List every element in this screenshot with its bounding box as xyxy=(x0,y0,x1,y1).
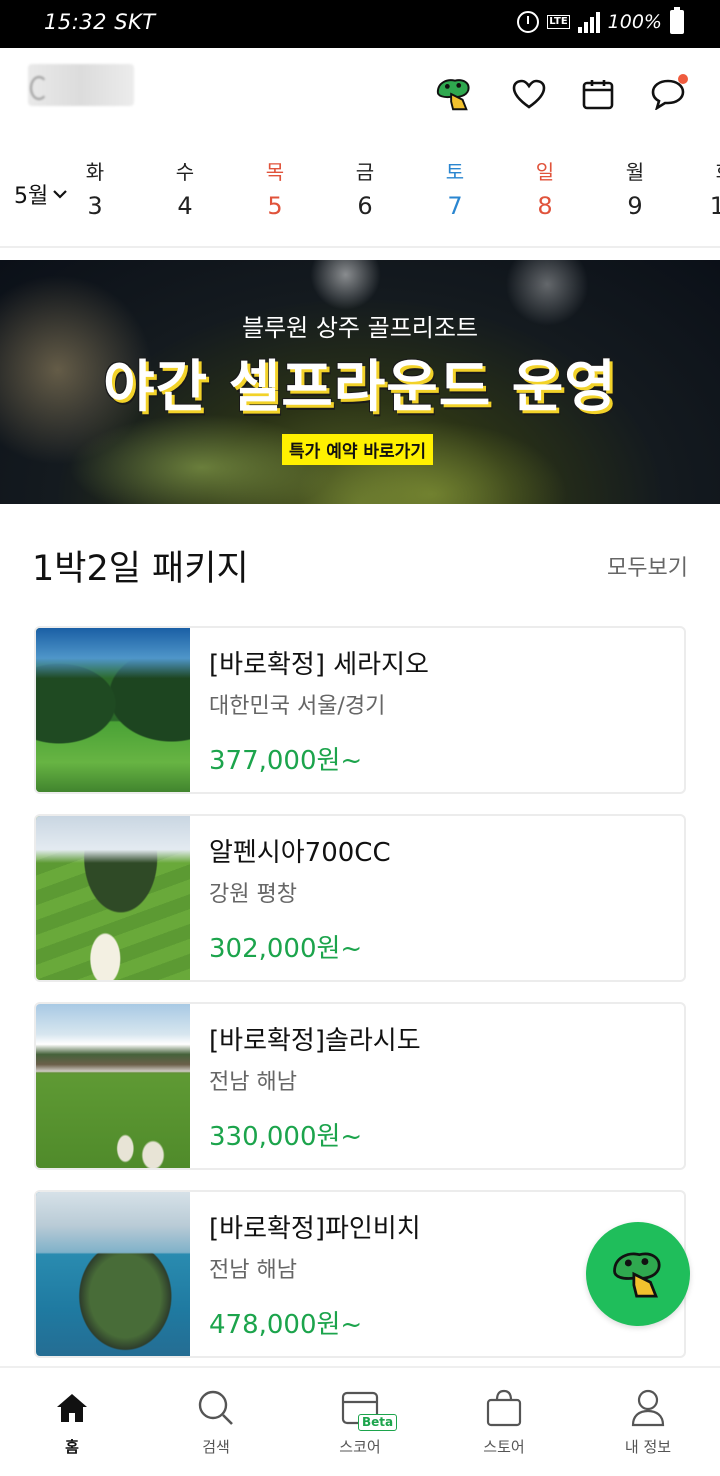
notification-dot xyxy=(678,74,688,84)
package-title: 알펜시아700CC xyxy=(209,838,391,868)
view-all-link[interactable]: 모두보기 xyxy=(607,550,688,582)
weekday-label: 토 xyxy=(445,160,465,184)
day-number: 7 xyxy=(447,192,463,220)
weekday-label: 화 xyxy=(695,156,720,186)
day-number: 9 xyxy=(627,192,643,220)
package-location: 대한민국 서울/경기 xyxy=(209,694,386,719)
package-image xyxy=(36,1192,190,1356)
date-item[interactable]: 토7 xyxy=(425,156,485,220)
date-item[interactable]: 수4 xyxy=(155,156,215,220)
package-price: 377,000원~ xyxy=(209,746,363,776)
battery-icon xyxy=(670,7,684,34)
status-indicators: LTE 100% xyxy=(517,7,684,34)
status-time: 15:32 SKT xyxy=(44,10,156,34)
date-item[interactable]: 금6 xyxy=(335,156,395,220)
nav-profile[interactable]: 내 정보 xyxy=(576,1386,720,1457)
package-location: 전남 해남 xyxy=(209,1258,297,1283)
banner-cta[interactable]: 특가 예약 바로가기 xyxy=(282,434,433,465)
weekday-label: 수 xyxy=(175,160,195,184)
weekday-label: 월 xyxy=(625,160,645,184)
package-price: 330,000원~ xyxy=(209,1122,363,1152)
weekday-label: 금 xyxy=(355,160,375,184)
nav-store[interactable]: 스토어 xyxy=(432,1386,576,1457)
date-item[interactable]: 화3 xyxy=(65,156,125,220)
weekday-label: 화 xyxy=(85,160,105,184)
lte-icon: LTE xyxy=(547,15,570,29)
signal-icon xyxy=(577,11,600,33)
package-image xyxy=(36,628,190,792)
banner-subtitle: 블루원 상주 골프리조트 xyxy=(241,314,479,342)
mascot-fab-button[interactable] xyxy=(586,1222,690,1326)
nav-score[interactable]: Beta 스코어 xyxy=(288,1386,432,1457)
chat-icon[interactable] xyxy=(648,74,688,114)
alarm-icon xyxy=(517,11,540,33)
month-label: 5월 xyxy=(14,184,49,209)
weekday-label: 일 xyxy=(535,160,555,184)
package-title: [바로확정] 세라지오 xyxy=(209,650,429,680)
package-card[interactable]: [바로확정]솔라시도 전남 해남 330,000원~ xyxy=(34,1002,686,1170)
package-card[interactable]: 알펜시아700CC 강원 평창 302,000원~ xyxy=(34,814,686,982)
day-number: 3 xyxy=(87,192,103,220)
day-number: 4 xyxy=(177,192,193,220)
package-card[interactable]: [바로확정] 세라지오 대한민국 서울/경기 377,000원~ xyxy=(34,626,686,794)
date-strip: 5월 화3수4목5금6토7일8월9화10 xyxy=(0,138,720,248)
bottom-nav: 홈 검색 Beta 스코어 스토어 내 정보 xyxy=(0,1366,720,1476)
package-title: [바로확정]파인비치 xyxy=(209,1214,421,1244)
nav-label: 검색 xyxy=(202,1438,230,1456)
package-image xyxy=(36,1004,190,1168)
beta-badge: Beta xyxy=(358,1414,398,1431)
profile-icon xyxy=(631,1389,665,1427)
promo-banner[interactable]: 블루원 상주 골프리조트 야간 셀프라운드 운영 특가 예약 바로가기 xyxy=(0,260,720,504)
day-number: 6 xyxy=(357,192,373,220)
day-number: 10 xyxy=(709,192,720,220)
package-price: 302,000원~ xyxy=(209,934,363,964)
day-number: 8 xyxy=(537,192,553,220)
nav-label: 스토어 xyxy=(483,1438,525,1456)
status-bar: 15:32 SKT LTE 100% xyxy=(0,0,720,48)
package-title: [바로확정]솔라시도 xyxy=(209,1026,421,1056)
date-item[interactable]: 월9 xyxy=(605,156,665,220)
weekday-label: 목 xyxy=(265,160,285,184)
package-location: 강원 평창 xyxy=(209,882,297,907)
battery-level: 100% xyxy=(607,11,662,33)
date-item[interactable]: 화 10 xyxy=(695,156,720,220)
app-header xyxy=(0,48,720,138)
package-location: 전남 해남 xyxy=(209,1070,297,1095)
banner-title: 야간 셀프라운드 운영 xyxy=(103,355,617,420)
day-number: 5 xyxy=(267,192,283,220)
nav-label: 홈 xyxy=(65,1438,79,1456)
section-title: 1박2일 패키지 xyxy=(32,549,249,589)
nav-home[interactable]: 홈 xyxy=(0,1386,144,1457)
home-icon xyxy=(57,1394,87,1422)
shopping-bag-icon xyxy=(486,1389,522,1427)
nav-search[interactable]: 검색 xyxy=(144,1386,288,1457)
app-logo[interactable] xyxy=(28,64,134,106)
heart-icon[interactable] xyxy=(509,74,549,114)
package-image xyxy=(36,816,190,980)
mascot-bell-icon xyxy=(613,1252,661,1298)
calendar-icon[interactable] xyxy=(578,74,618,114)
search-icon xyxy=(198,1390,233,1425)
nav-label: 내 정보 xyxy=(624,1438,672,1456)
month-selector[interactable]: 5월 xyxy=(14,178,68,210)
package-price: 478,000원~ xyxy=(209,1310,363,1340)
date-item[interactable]: 목5 xyxy=(245,156,305,220)
mascot-bell-icon[interactable] xyxy=(434,74,474,114)
nav-label: 스코어 xyxy=(339,1438,381,1456)
date-item[interactable]: 일8 xyxy=(515,156,575,220)
